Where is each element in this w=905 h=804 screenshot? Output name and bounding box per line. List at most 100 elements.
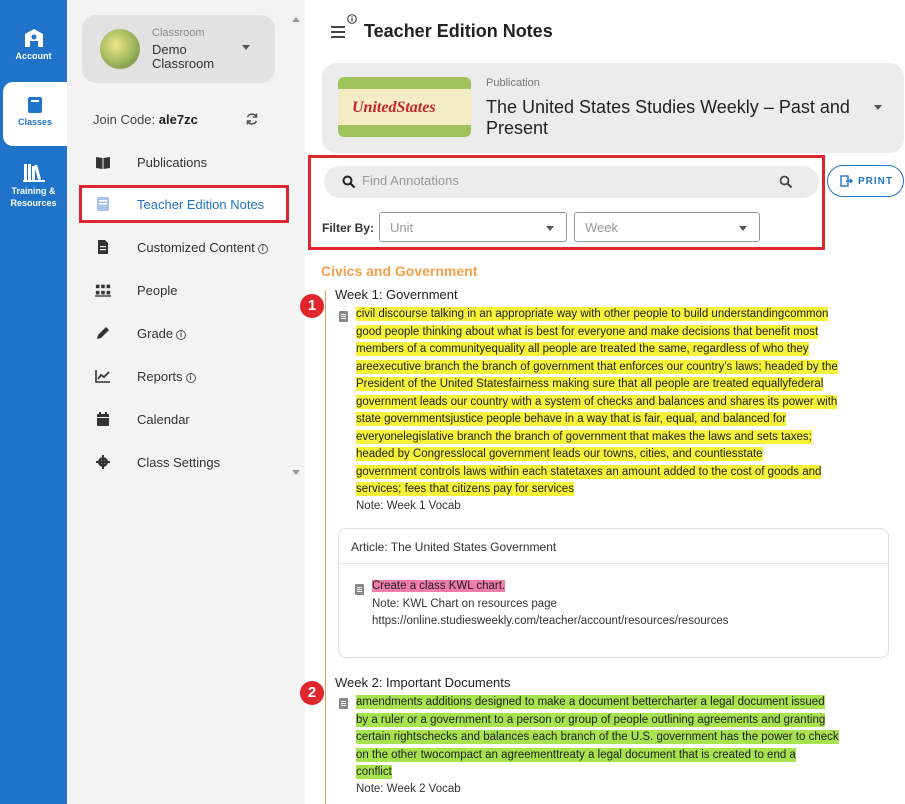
sidebar-item-label-wrap: Customized Content i [137,240,268,255]
sidebar-item-label: Teacher Edition Notes [137,197,265,212]
info-icon[interactable]: i [257,244,268,254]
rail-training[interactable]: Training & Resources [0,162,67,209]
print-button[interactable]: PRINT [827,165,904,197]
notes-icon [97,197,109,211]
unit-select-value: Unit [390,220,414,235]
highlight-text: certain rightschecks and balances each b… [356,730,839,744]
sidebar-item-customized-content[interactable]: Customized Content i [79,229,289,265]
app-rail: Account Classes Training & Resources [0,0,67,804]
open-book-icon [96,157,110,169]
highlight-line: amendments additions designed to make a … [356,694,891,712]
book-icon [28,97,42,113]
annotation-link[interactable]: https://online.studiesweekly.com/teacher… [372,615,728,627]
rail-account[interactable]: Account [0,28,67,61]
info-icon[interactable]: i [185,373,196,383]
rail-training-label: Training & Resources [10,186,57,208]
sidebar-item-label: Calendar [137,412,190,427]
highlight-text: President of the United Statesfairness m… [356,377,824,391]
pencil-icon [97,327,109,339]
account-icon [24,29,43,47]
join-code: Join Code: ale7zc [93,112,198,127]
search-submit-icon[interactable] [779,175,793,189]
week-select[interactable]: Week [574,212,760,242]
rail-classes-label: Classes [17,117,53,127]
highlight-text: Create a class KWL chart. [372,580,506,592]
annotation-badge: 1 [300,294,324,318]
info-icon[interactable]: i [176,330,187,340]
highlight-line: by a ruler or a government to a person o… [356,712,891,730]
people-icon [95,284,111,297]
sidebar-item-label: People [137,283,178,298]
sidebar-item-label: Customized Content [137,240,255,255]
publication-thumb-logo: UnitedStates [352,99,436,116]
info-icon[interactable] [347,14,357,24]
sidebar-item-label-wrap: Reports i [137,369,196,384]
print-button-label: PRINT [858,176,893,187]
chevron-down-icon [874,105,882,110]
note-icon [355,584,364,595]
sidebar-item-label-wrap: Grade i [137,326,187,341]
search-box[interactable] [324,166,819,198]
highlight-line: certain rightschecks and balances each b… [356,729,891,747]
week-select-value: Week [585,220,618,235]
highlight-line: government controls laws within each sta… [356,464,891,482]
sidebar-item-teacher-edition-notes[interactable]: Teacher Edition Notes [79,185,289,223]
publication-title: The United States Studies Weekly – Past … [486,97,850,138]
highlight-line: members of a communityequality all peopl… [356,341,891,359]
scroll-down-arrow[interactable] [292,470,300,475]
highlight-text: areexecutive branch the branch of govern… [356,359,838,374]
highlight-line: on the other twocompact an agreementtrea… [356,747,891,765]
sidebar-item-grade[interactable]: Grade i [79,315,289,351]
classroom-caption: Classroom [152,27,205,39]
filter-label: Filter By: [322,221,375,235]
highlight-line: conflict [356,764,891,782]
highlight-text: good people thinking about what is best … [356,324,819,339]
highlight-text: services; fees that citizens pay for ser… [356,482,574,496]
sidebar: Classroom Demo Classroom Join Code: ale7… [67,0,305,804]
search-input[interactable] [362,173,742,188]
main-content: Teacher Edition Notes UnitedStates Publi… [300,0,905,804]
sidebar-item-class-settings[interactable]: Class Settings [79,444,289,480]
join-code-label: Join Code: [93,112,156,127]
highlighted-annotation[interactable]: amendments additions designed to make a … [356,694,891,782]
scroll-up-arrow[interactable] [292,17,300,22]
classroom-selector[interactable]: Classroom Demo Classroom [82,15,275,83]
unit-select[interactable]: Unit [379,212,567,242]
sidebar-item-label: Grade [137,326,174,341]
highlighted-annotation[interactable]: civil discourse talking in an appropriat… [356,306,891,499]
article-card: Article: The United States Government Cr… [338,528,889,658]
library-icon [22,164,45,182]
article-annotation[interactable]: Create a class KWL chart. [372,580,506,592]
chevron-down-icon [546,226,554,231]
annotation-note: Note: Week 1 Vocab [356,500,461,512]
print-icon [840,175,853,187]
page-title: Teacher Edition Notes [364,21,553,41]
sidebar-item-label: Publications [137,155,208,170]
highlight-text: amendments additions designed to make a … [356,695,825,709]
sidebar-item-people[interactable]: People [79,272,289,308]
highlight-line: President of the United Statesfairness m… [356,376,891,394]
highlight-text: state governmentsjustice people behave i… [356,412,787,426]
publication-selector[interactable]: UnitedStates Publication The United Stat… [322,63,904,153]
sidebar-item-calendar[interactable]: Calendar [79,401,289,437]
highlight-line: everyonelegislative branch the branch of… [356,429,891,447]
article-header: Article: The United States Government [339,529,888,564]
highlight-line: state governmentsjustice people behave i… [356,411,891,429]
sidebar-item-reports[interactable]: Reports i [79,358,289,394]
search-icon [342,175,356,189]
week-title: Week 2: Important Documents [335,675,511,690]
highlight-text: members of a communityequality all peopl… [356,342,809,356]
chart-icon [95,370,110,383]
sidebar-item-publications[interactable]: Publications [79,144,289,180]
sidebar-item-label: Reports [137,369,183,384]
highlight-line: services; fees that citizens pay for ser… [356,481,891,499]
highlight-text: conflict [356,765,392,779]
menu-icon[interactable] [331,26,345,38]
highlight-text: by a ruler or a government to a person o… [356,712,826,727]
rail-classes[interactable]: Classes [3,82,67,146]
refresh-icon[interactable] [245,112,259,126]
article-title: Article: The United States Government [351,540,557,554]
publication-caption: Publication [486,77,540,89]
classroom-name: Demo Classroom [152,42,215,71]
highlight-text: civil discourse talking in an appropriat… [356,307,829,321]
